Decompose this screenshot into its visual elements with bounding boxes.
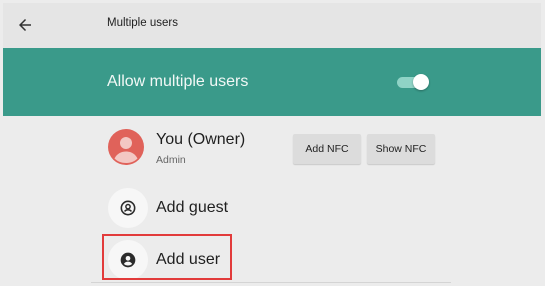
- owner-name: You (Owner): [156, 131, 246, 148]
- settings-screen: Multiple users Allow multiple users You …: [3, 3, 541, 283]
- add-nfc-button[interactable]: Add NFC: [293, 134, 361, 164]
- guest-icon-container: [108, 188, 148, 228]
- add-user-item[interactable]: Add user: [3, 237, 541, 283]
- owner-role: Admin: [156, 154, 186, 166]
- app-bar: Multiple users: [3, 3, 541, 48]
- allow-multiple-users-label: Allow multiple users: [107, 73, 249, 90]
- add-guest-item[interactable]: Add guest: [3, 185, 541, 231]
- divider: [91, 282, 451, 283]
- allow-multiple-users-switch[interactable]: [397, 74, 429, 90]
- page-title: Multiple users: [107, 17, 178, 29]
- guest-icon: [120, 200, 136, 216]
- show-nfc-button[interactable]: Show NFC: [367, 134, 435, 164]
- arrow-left-icon: [19, 19, 31, 31]
- back-button[interactable]: [11, 11, 39, 39]
- users-list: You (Owner) Admin Add NFC Show NFC Add g…: [3, 116, 541, 283]
- add-guest-label: Add guest: [156, 199, 229, 216]
- allow-multiple-users-row[interactable]: Allow multiple users: [3, 48, 541, 116]
- user-avatar-icon: [108, 129, 144, 165]
- selection-highlight: [102, 234, 232, 280]
- owner-row[interactable]: You (Owner) Admin Add NFC Show NFC: [3, 116, 541, 178]
- switch-thumb: [413, 74, 429, 90]
- avatar: [108, 129, 144, 165]
